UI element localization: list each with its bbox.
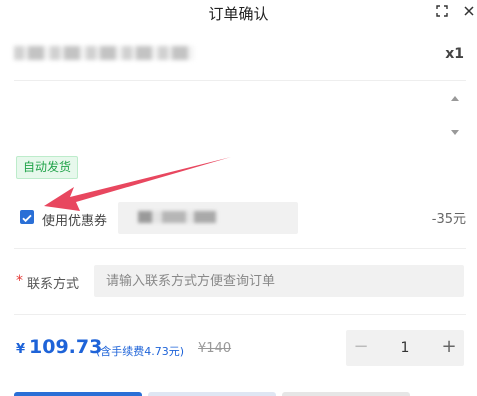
divider xyxy=(14,80,466,81)
contact-label: 联系方式 xyxy=(27,277,80,292)
increase-button[interactable]: + xyxy=(434,330,464,366)
product-quantity: x1 xyxy=(445,46,464,62)
title-bar: 订单确认 xyxy=(0,0,477,26)
product-name-redacted xyxy=(14,46,194,60)
primary-action-button[interactable] xyxy=(14,392,142,396)
scroll-up-arrow-icon[interactable] xyxy=(451,96,459,101)
product-row: x1 xyxy=(14,40,466,72)
divider xyxy=(14,314,466,315)
bottom-actions xyxy=(14,392,466,396)
close-icon[interactable] xyxy=(462,4,476,18)
contact-input[interactable] xyxy=(94,265,464,297)
coupon-code-redacted xyxy=(138,211,216,223)
required-mark: * xyxy=(16,273,23,289)
scroll-down-arrow-icon[interactable] xyxy=(451,130,459,135)
auto-delivery-badge: 自动发货 xyxy=(16,156,79,179)
divider xyxy=(14,248,466,249)
tertiary-action-button[interactable] xyxy=(282,392,410,396)
coupon-row: 使用优惠券 -35元 xyxy=(14,200,466,236)
expand-icon[interactable] xyxy=(435,4,449,18)
price-row: ¥ 109.73 (含手续费4.73元) ¥140 − 1 + xyxy=(14,330,466,366)
price-currency: ¥ xyxy=(16,342,26,357)
original-price: ¥140 xyxy=(198,341,232,356)
quantity-stepper[interactable]: − 1 + xyxy=(346,330,464,366)
use-coupon-label: 使用优惠券 xyxy=(42,214,108,229)
price-amount: 109.73 xyxy=(29,336,103,358)
quantity-value[interactable]: 1 xyxy=(386,330,424,366)
dialog-title: 订单确认 xyxy=(208,5,269,23)
coupon-code-input[interactable] xyxy=(118,202,298,234)
contact-row: * 联系方式 xyxy=(14,264,466,298)
check-icon xyxy=(22,214,32,223)
price-fee-note: (含手续费4.73元) xyxy=(96,345,185,358)
coupon-discount: -35元 xyxy=(431,212,466,227)
product-notes-area[interactable] xyxy=(14,90,466,142)
secondary-action-button[interactable] xyxy=(148,392,276,396)
use-coupon-checkbox[interactable] xyxy=(20,210,34,224)
decrease-button[interactable]: − xyxy=(346,330,376,366)
